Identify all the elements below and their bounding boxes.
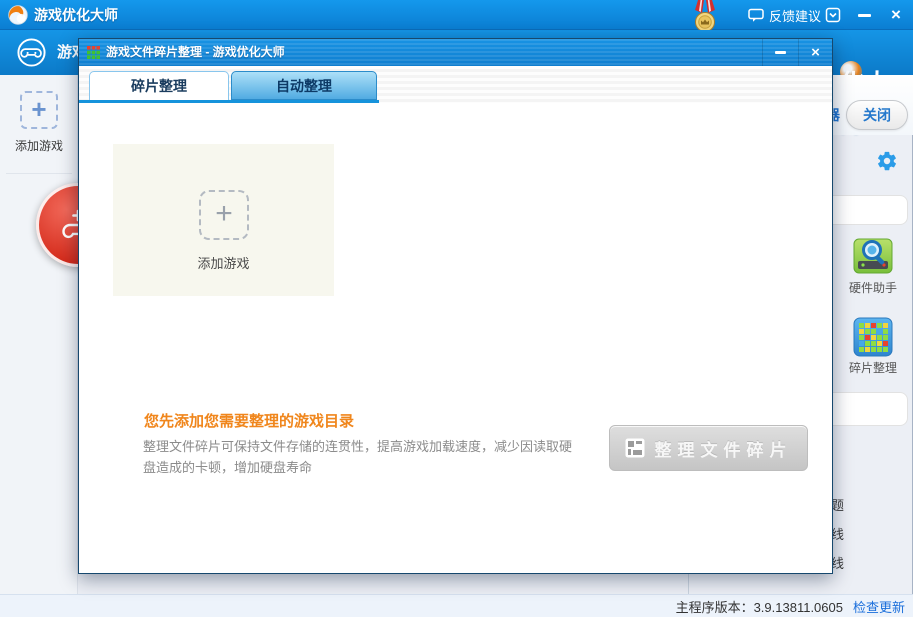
minimize-button[interactable] (850, 0, 878, 30)
statusbar: 主程序版本：3.9.13811.0605 检查更新 (0, 594, 913, 617)
dialog-minimize-button[interactable] (762, 39, 798, 66)
version-text: 主程序版本：3.9.13811.0605 (676, 597, 843, 616)
add-game-button[interactable]: + (199, 190, 249, 240)
app-window: 游戏优化大师 反馈建议 × (0, 0, 913, 617)
close-button[interactable]: × (882, 0, 910, 30)
tray-arrow-icon (825, 7, 841, 23)
panel-close-label: 关闭 (863, 105, 891, 125)
hardware-helper-icon[interactable] (853, 236, 893, 276)
plus-icon: + (215, 197, 233, 230)
defrag-blocks-icon (625, 438, 645, 458)
dialog-titlebar: 游戏文件碎片整理 - 游戏优化大师 × (79, 39, 832, 66)
settings-gear-icon[interactable] (876, 150, 898, 172)
close-icon: × (811, 44, 820, 61)
add-game-label: 添加游戏 (113, 253, 334, 272)
defrag-button-label: 整理文件碎片 (655, 436, 793, 461)
main-titlebar: 游戏优化大师 反馈建议 × (0, 0, 913, 30)
feedback-button[interactable]: 反馈建议 (748, 0, 821, 30)
clipped-panel-top (824, 195, 908, 225)
defrag-rail-icon[interactable] (853, 317, 893, 357)
minimize-icon (858, 14, 871, 17)
game-sidebar: + 添加游戏 (0, 75, 78, 594)
panel-close-button[interactable]: 关闭 (846, 100, 908, 130)
sidebar-add-game-label: 添加游戏 (0, 137, 78, 154)
sidebar-add-game-button[interactable]: + (20, 91, 58, 129)
add-game-card: + 添加游戏 (113, 144, 334, 296)
feedback-label: 反馈建议 (769, 6, 821, 25)
dialog-heading: 您先添加您需要整理的游戏目录 (144, 410, 354, 431)
tab-underline (79, 100, 379, 103)
dialog-grid-icon (87, 46, 100, 59)
medal-icon (690, 0, 720, 34)
minimize-to-tray-button[interactable] (820, 0, 846, 30)
defrag-rail-label: 碎片整理 (833, 359, 913, 376)
tab-defrag[interactable]: 碎片整理 (89, 71, 229, 100)
plus-icon: + (31, 94, 46, 124)
app-title: 游戏优化大师 (34, 0, 118, 30)
minimize-icon (775, 51, 786, 54)
defrag-dialog: 游戏文件碎片整理 - 游戏优化大师 × 碎片整理 自动整理 + 添加游戏 您先添… (78, 38, 833, 574)
speech-bubble-icon (748, 7, 764, 23)
dialog-description: 整理文件碎片可保持文件存储的连贯性，提高游戏加载速度，减少因读取硬盘造成的卡顿，… (143, 436, 581, 478)
sidebar-divider (6, 173, 72, 174)
check-update-link[interactable]: 检查更新 (853, 597, 905, 616)
dialog-title: 游戏文件碎片整理 - 游戏优化大师 (106, 39, 285, 66)
tab-auto-defrag[interactable]: 自动整理 (231, 71, 377, 100)
status-divider (688, 574, 689, 594)
defrag-action-button[interactable]: 整理文件碎片 (609, 425, 808, 471)
hardware-helper-label: 硬件助手 (833, 279, 913, 296)
close-icon: × (891, 5, 901, 25)
dialog-close-button[interactable]: × (798, 39, 832, 66)
gamepad-circle-icon[interactable] (16, 37, 47, 68)
dialog-tabrow: 碎片整理 自动整理 (79, 66, 832, 103)
app-logo-icon (8, 5, 28, 25)
clipped-panel-bottom (824, 392, 908, 426)
